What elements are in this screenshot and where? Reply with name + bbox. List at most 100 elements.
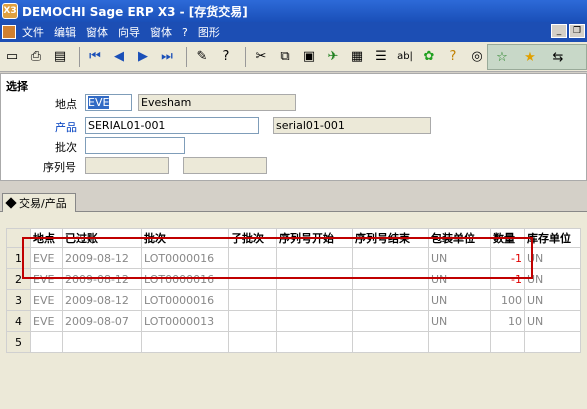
home-icon[interactable]: ☆ xyxy=(492,47,512,67)
cell-serial-end[interactable] xyxy=(352,268,429,290)
cell-sublot[interactable] xyxy=(228,268,277,290)
cell-serial-start[interactable] xyxy=(276,247,353,269)
function-icon[interactable]: ✈ xyxy=(323,47,343,67)
cell-serial-end[interactable] xyxy=(352,289,429,311)
menu-window[interactable]: 窗体 xyxy=(86,24,108,40)
cell-posted[interactable] xyxy=(62,331,142,353)
cell-quantity[interactable]: 100 xyxy=(490,289,525,311)
cell-serial-start[interactable] xyxy=(276,289,353,311)
cell-stock-unit[interactable]: UN xyxy=(524,247,581,269)
signpost-icon[interactable]: ⇆ xyxy=(548,47,568,67)
cell-packing-unit[interactable]: UN xyxy=(428,247,491,269)
menu-edit[interactable]: 编辑 xyxy=(54,24,76,40)
first-icon[interactable]: ⏮ xyxy=(85,47,105,67)
text-icon[interactable]: ab| xyxy=(395,47,415,67)
star-icon[interactable]: ★ xyxy=(520,47,540,67)
menu-bar: 文件 编辑 窗体 向导 窗体 ? 图形 _ ❐ xyxy=(0,22,587,42)
col-header-sublot[interactable]: 子批次 xyxy=(228,228,277,248)
cell-posted[interactable]: 2009-08-12 xyxy=(62,289,142,311)
cell-serial-start[interactable] xyxy=(276,331,353,353)
new-icon[interactable]: ▭ xyxy=(2,47,22,67)
cell-site[interactable]: EVE xyxy=(30,247,63,269)
cell-lot[interactable]: LOT0000013 xyxy=(141,310,229,332)
cell-packing-unit[interactable]: UN xyxy=(428,310,491,332)
question-icon[interactable]: ? xyxy=(443,47,463,67)
col-header-serial-start[interactable]: 序列号开始 xyxy=(276,228,353,248)
cell-serial-end[interactable] xyxy=(352,310,429,332)
menu-file[interactable]: 文件 xyxy=(22,24,44,40)
col-header-stock-unit[interactable]: 库存单位 xyxy=(524,228,581,248)
table-icon[interactable]: ▦ xyxy=(347,47,367,67)
menu-window-2[interactable]: 窗体 xyxy=(150,24,172,40)
table-row[interactable]: 5 xyxy=(6,331,581,353)
serial-from-field[interactable] xyxy=(85,157,169,174)
cell-quantity[interactable]: -1 xyxy=(490,268,525,290)
menu-graphics[interactable]: 图形 xyxy=(198,24,220,40)
table-row[interactable]: 2 EVE 2009-08-12 LOT0000016 UN -1 UN xyxy=(6,268,581,290)
cell-posted[interactable]: 2009-08-12 xyxy=(62,247,142,269)
cut-icon[interactable]: ✂ xyxy=(251,47,271,67)
cell-stock-unit[interactable] xyxy=(524,331,581,353)
table-row[interactable]: 4 EVE 2009-08-07 LOT0000013 UN 10 UN xyxy=(6,310,581,332)
col-header-packing-unit[interactable]: 包装单位 xyxy=(428,228,491,248)
restore-button[interactable]: ❐ xyxy=(569,24,585,38)
next-icon[interactable]: ▶ xyxy=(133,47,153,67)
list-icon[interactable]: ☰ xyxy=(371,47,391,67)
copy-icon[interactable]: ⧉ xyxy=(275,47,295,67)
cell-sublot[interactable] xyxy=(228,289,277,311)
cell-site[interactable]: EVE xyxy=(30,310,63,332)
col-header-site[interactable]: 地点 xyxy=(30,228,63,248)
print-icon[interactable]: ⎙ xyxy=(26,47,46,67)
cell-stock-unit[interactable]: UN xyxy=(524,310,581,332)
help-icon[interactable]: ? xyxy=(216,47,236,67)
col-header-quantity[interactable]: 数量 xyxy=(490,228,525,248)
lot-field[interactable] xyxy=(85,137,185,154)
cell-lot[interactable]: LOT0000016 xyxy=(141,289,229,311)
minimize-button[interactable]: _ xyxy=(551,24,567,38)
table-row[interactable]: 1 EVE 2009-08-12 LOT0000016 UN -1 UN xyxy=(6,247,581,269)
cell-packing-unit[interactable] xyxy=(428,331,491,353)
cell-lot[interactable]: LOT0000016 xyxy=(141,268,229,290)
cell-stock-unit[interactable]: UN xyxy=(524,268,581,290)
menu-wizard[interactable]: 向导 xyxy=(118,24,140,40)
last-icon[interactable]: ⏭ xyxy=(157,47,177,67)
cell-serial-start[interactable] xyxy=(276,310,353,332)
cell-serial-end[interactable] xyxy=(352,247,429,269)
cell-posted[interactable]: 2009-08-07 xyxy=(62,310,142,332)
site-field[interactable]: EVE xyxy=(85,94,132,111)
cell-sublot[interactable] xyxy=(228,310,277,332)
cell-packing-unit[interactable]: UN xyxy=(428,289,491,311)
cell-stock-unit[interactable]: UN xyxy=(524,289,581,311)
tab-transactions-products[interactable]: 交易/产品 xyxy=(2,193,76,212)
product-field[interactable]: SERIAL01-001 xyxy=(85,117,259,134)
web-icon[interactable]: ◎ xyxy=(467,47,487,67)
attach-icon[interactable]: ✎ xyxy=(192,47,212,67)
cell-lot[interactable] xyxy=(141,331,229,353)
col-header-posted[interactable]: 已过账 xyxy=(62,228,142,248)
product-label[interactable]: 产品 xyxy=(55,119,77,135)
paste-icon[interactable]: ▣ xyxy=(299,47,319,67)
cell-serial-end[interactable] xyxy=(352,331,429,353)
menu-help[interactable]: ? xyxy=(182,26,188,39)
cell-quantity[interactable]: -1 xyxy=(490,247,525,269)
prev-icon[interactable]: ◀ xyxy=(109,47,129,67)
cell-sublot[interactable] xyxy=(228,247,277,269)
cell-serial-start[interactable] xyxy=(276,268,353,290)
col-header-serial-end[interactable]: 序列号结束 xyxy=(352,228,429,248)
document-icon[interactable] xyxy=(2,25,16,39)
cell-lot[interactable]: LOT0000016 xyxy=(141,247,229,269)
cell-quantity[interactable]: 10 xyxy=(490,310,525,332)
cell-quantity[interactable] xyxy=(490,331,525,353)
col-header-lot[interactable]: 批次 xyxy=(141,228,229,248)
row-number: 1 xyxy=(6,247,31,269)
cell-posted[interactable]: 2009-08-12 xyxy=(62,268,142,290)
serial-to-field[interactable] xyxy=(183,157,267,174)
table-row[interactable]: 3 EVE 2009-08-12 LOT0000016 UN 100 UN xyxy=(6,289,581,311)
cell-sublot[interactable] xyxy=(228,331,277,353)
cell-site[interactable]: EVE xyxy=(30,289,63,311)
cell-packing-unit[interactable]: UN xyxy=(428,268,491,290)
preview-icon[interactable]: ▤ xyxy=(50,47,70,67)
cell-site[interactable]: EVE xyxy=(30,268,63,290)
refresh-icon[interactable]: ✿ xyxy=(419,47,439,67)
cell-site[interactable] xyxy=(30,331,63,353)
